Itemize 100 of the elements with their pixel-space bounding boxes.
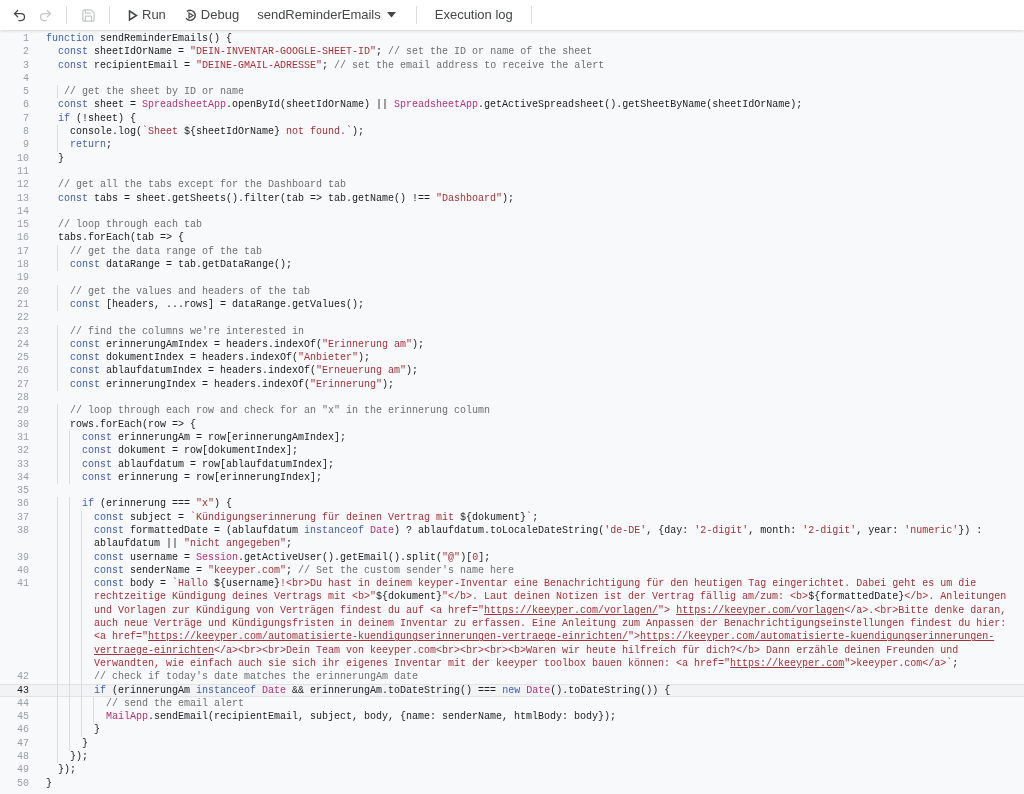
line-number: 1 — [22, 32, 30, 46]
code-line: const formattedDate = (ablaufdatum instanceof Date) ? ablaufdatum.toLocaleDateString('de-DE', {day: '2-digit', month: '2-digit', year: 'numeric'}) : ablaufdatum || "nicht angegeben"; — [93, 524, 984, 551]
line-number: 45 — [16, 710, 30, 724]
play-icon — [128, 9, 138, 21]
line-number: 8 — [22, 125, 30, 139]
code-line: if (erinnerung === "x") { — [81, 497, 234, 511]
code-line: // check if today's date matches the erinnerungAm date — [93, 670, 420, 684]
line-number: 27 — [16, 377, 30, 391]
line-number: 29 — [16, 404, 30, 418]
code-line: tabs.forEach(tab => { — [57, 231, 186, 245]
code-line: const dokumentIndex = headers.indexOf("Anbieter"); — [69, 351, 372, 365]
code-line: const [headers, ...rows] = dataRange.getValues(); — [69, 297, 366, 312]
line-number: 2 — [22, 45, 30, 59]
code-line: const erinnerung = row[erinnerungIndex]; — [81, 470, 324, 485]
line-number: 12 — [16, 178, 30, 192]
code-line: const senderName = "keeyper.com"; // Set the custom sender's name here — [93, 563, 516, 577]
line-number: 41 — [16, 577, 30, 592]
code-line: }); — [69, 750, 90, 764]
line-number: 33 — [16, 457, 30, 471]
line-number: 44 — [16, 696, 30, 711]
code-line: if (!sheet) { — [57, 111, 138, 126]
line-number: 43 — [16, 683, 30, 697]
line-number: 19 — [16, 271, 30, 285]
code-line: const body = `Hallo ${username}!<br>Du hast in deinem keyper-Inventar eine Benachrichtigung für den heutigen Tag eingerichtet. Dabei geht es um die rechtzeitige Kündigung deines Vertrags mit <b>"${dokument}"</b>. Laut deinen Notizen ist der Vertrag fällig am/zum: <b>${formattedDate}</b>. Anleitungen und Vorlagen zur Kündigung von Verträgen findest du auf <a href="https://keeyper.com/vorlagen/"> https://keeyper.com/vorlagen</a>.<br>Bitte denke daran, auch neue Verträge und Kündigungsfristen in deinem Inventar zu erfassen. Eine Anleitung zum Anpassen der Benachrichtigungseinstellungen findest du hier: <a href="https://keeyper.com/automatisierte-kuendigungserinnerungen-vertraege-einrichten/">https://keeyper.com/automatisierte-kuendigungserinnerungen-vertraege-einrichten</a><br><br>Dein Team von keeyper.com<br><br><br><b>Waren wir heute hilfreich für dich?</b> Dann erzähle deinen Freunden und Verwandten, wie einfach auch sie sich ihr eigenes Inventar mit der keeyper toolbox bauen können: <a href="https://keeyper.com">keeyper.com</a>`; — [93, 577, 1008, 671]
line-number: 42 — [16, 670, 30, 684]
code-line: }); — [57, 763, 78, 777]
line-number: 50 — [16, 776, 30, 790]
code-line: function sendReminderEmails() { — [46, 32, 234, 46]
code-line: // loop through each tab — [57, 218, 204, 232]
line-number: 49 — [16, 763, 30, 777]
line-number: 38 — [16, 524, 30, 538]
code-line: const username = Session.getActiveUser().getEmail().split("@")[0]; — [93, 550, 492, 564]
code-line: const ablaufdatum = row[ablaufdatumIndex]; — [81, 457, 336, 471]
line-number: 48 — [16, 750, 30, 764]
caret-icon — [386, 12, 396, 18]
line-number: 4 — [22, 71, 30, 86]
line-number: 3 — [22, 58, 30, 72]
line-number: 35 — [16, 484, 30, 498]
run-button[interactable]: Run — [122, 5, 172, 25]
function-select[interactable]: sendReminderEmails — [251, 5, 402, 25]
line-number: 5 — [22, 85, 30, 99]
code-line: const dataRange = tab.getDataRange(); — [69, 258, 294, 272]
code-line: } — [57, 151, 66, 165]
line-number: 15 — [16, 218, 30, 232]
code-line: // get the values and headers of the tab — [69, 284, 312, 298]
line-number: 39 — [16, 550, 30, 564]
code-line: const subject = `Kündigungserinnerung für deinen Vertrag mit ${dokument}`; — [93, 510, 540, 524]
line-number: 14 — [16, 204, 30, 219]
line-number: 7 — [22, 111, 30, 126]
code-line: } — [81, 736, 90, 751]
line-number: 18 — [16, 258, 30, 272]
debug-button[interactable]: Debug — [179, 5, 244, 25]
line-number: 23 — [16, 324, 30, 338]
code-line: const recipientEmail = "DEINE-GMAIL-ADRESSE"; // set the email address to receive the alert — [57, 58, 606, 72]
code-line: const sheetIdOrName = "DEIN-INVENTAR-GOOGLE-SHEET-ID"; // set the ID or name of the sheet — [57, 45, 594, 59]
line-number: 34 — [16, 470, 30, 485]
line-number: 21 — [16, 297, 30, 312]
line-number: 37 — [16, 510, 30, 524]
line-number: 6 — [22, 98, 30, 112]
code-line: // get the sheet by ID or name — [63, 85, 246, 99]
line-number: 10 — [16, 151, 30, 165]
line-number: 47 — [16, 736, 30, 751]
line-number: 30 — [16, 417, 30, 431]
code-line: if (erinnerungAm instanceof Date && erinnerungAm.toDateString() === new Date().toDateString()) { — [93, 683, 672, 697]
line-number: 11 — [16, 164, 30, 179]
code-line: rows.forEach(row => { — [69, 417, 198, 431]
line-number: 9 — [22, 138, 30, 152]
debug-icon — [183, 8, 197, 22]
code-line: } — [93, 723, 102, 737]
code-line: // get all the tabs except for the Dashboard tab — [57, 178, 348, 192]
code-line: MailApp.sendEmail(recipientEmail, subject, body, {name: senderName, htmlBody: body}); — [105, 710, 618, 724]
code-line: // find the columns we're interested in — [69, 324, 306, 338]
code-line: const tabs = sheet.getSheets().filter(tab => tab.getName() !== "Dashboard"); — [57, 191, 516, 205]
code-line: console.log(`Sheet ${sheetIdOrName} not found.`); — [69, 125, 366, 139]
line-number: 26 — [16, 364, 30, 378]
line-number: 13 — [16, 191, 30, 205]
line-number: 31 — [16, 430, 30, 445]
code-line: return; — [69, 138, 114, 152]
line-number: 22 — [16, 311, 30, 325]
code-line: const erinnerungAm = row[erinnerungAmIndex]; — [81, 430, 348, 445]
code-line: const dokument = row[dokumentIndex]; — [81, 444, 300, 458]
line-number: 40 — [16, 563, 30, 578]
line-number: 46 — [16, 723, 30, 737]
line-number: 32 — [16, 444, 30, 458]
code-line: const sheet = SpreadsheetApp.openById(sheetIdOrName) || SpreadsheetApp.getActiveSpreadsheet().getSheetByName(sheetIdOrName); — [57, 98, 804, 112]
line-number: 25 — [16, 351, 30, 365]
code-line: // send the email alert — [105, 696, 246, 711]
code-line: const erinnerungIndex = headers.indexOf("Erinnerung"); — [69, 377, 396, 391]
code-line: const ablaufdatumIndex = headers.indexOf("Erneuerung am"); — [69, 364, 420, 378]
execution-log-button[interactable]: Execution log — [430, 5, 517, 25]
line-number: 20 — [16, 284, 30, 298]
code-line: // loop through each row and check for an "x" in the erinnerung column — [69, 404, 492, 418]
line-number: 17 — [16, 244, 30, 259]
line-number: 24 — [16, 337, 30, 352]
line-number: 16 — [16, 231, 30, 245]
code-line: // get the data range of the tab — [69, 244, 264, 259]
line-number: 36 — [16, 497, 30, 511]
line-number: 28 — [16, 391, 30, 405]
code-line: const erinnerungAmIndex = headers.indexOf("Erinnerung am"); — [69, 337, 426, 352]
code-line: } — [46, 776, 53, 790]
